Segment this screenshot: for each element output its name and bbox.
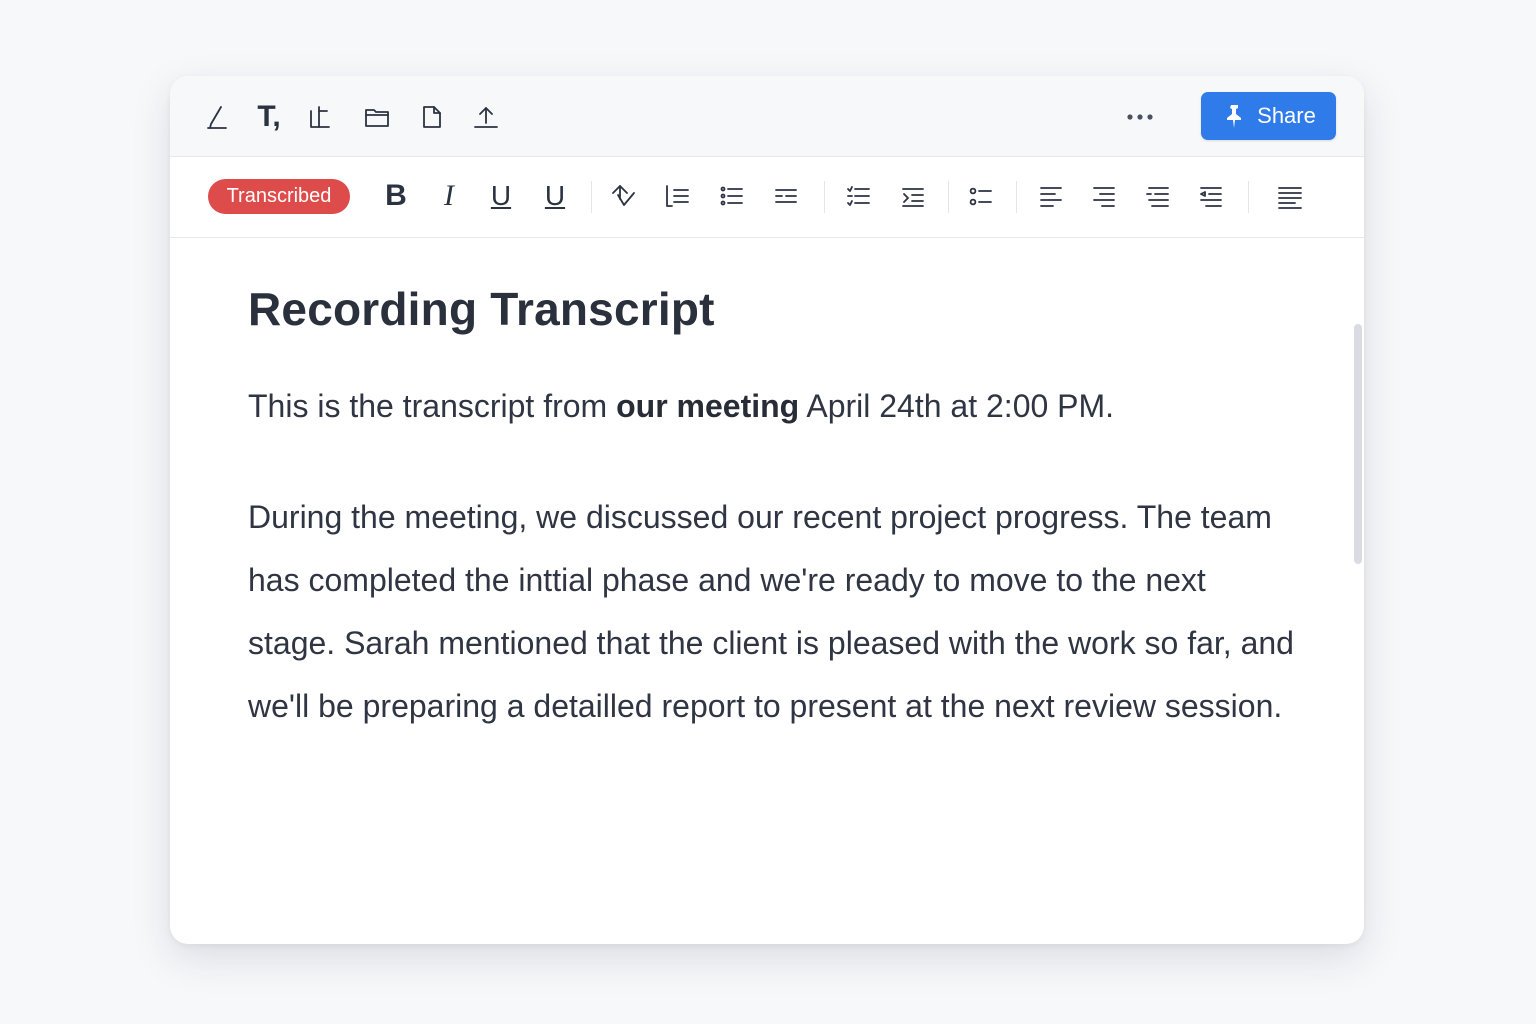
paragraph-icon[interactable] xyxy=(1269,175,1311,217)
option-list-icon[interactable] xyxy=(960,175,1002,217)
upload-icon[interactable] xyxy=(467,98,505,136)
outdent-icon[interactable] xyxy=(765,175,807,217)
align-left-icon[interactable] xyxy=(1030,175,1072,217)
document-body[interactable]: Recording Transcript This is the transcr… xyxy=(248,238,1308,928)
paragraph-intro: This is the transcript from our meeting … xyxy=(248,388,1114,425)
bullet-list-icon[interactable] xyxy=(711,175,753,217)
divider xyxy=(948,181,949,213)
divider xyxy=(824,181,825,213)
intro-suffix: April 24th at 2:00 PM. xyxy=(799,388,1115,424)
text-style-icon[interactable]: T, xyxy=(245,98,293,136)
italic-label: I xyxy=(444,179,454,212)
divider xyxy=(591,181,592,213)
underline-button[interactable]: U xyxy=(480,175,522,217)
document-title: Recording Transcript xyxy=(248,283,715,335)
checklist-icon[interactable] xyxy=(838,175,880,217)
bold-label: B xyxy=(385,179,407,212)
file-icon[interactable] xyxy=(412,98,450,136)
underline2-label: U xyxy=(544,180,566,211)
editor-window: T, Share Transcribed B I U U Recording T… xyxy=(170,76,1364,944)
underline-double-button[interactable]: U xyxy=(534,175,576,217)
intro-bold: our meeting xyxy=(616,388,800,424)
more-dots-icon[interactable] xyxy=(1118,98,1162,136)
align-right-icon[interactable] xyxy=(1083,175,1125,217)
underline-label: U xyxy=(490,180,512,211)
divider xyxy=(1016,181,1017,213)
text-style-label: T, xyxy=(257,100,281,133)
pin-icon xyxy=(1227,105,1242,128)
intro-prefix: This is the transcript from xyxy=(248,388,617,424)
folder-icon[interactable] xyxy=(358,98,396,136)
clear-format-icon[interactable] xyxy=(602,175,644,217)
status-badge: Transcribed xyxy=(208,179,350,214)
numbered-list-icon[interactable] xyxy=(656,175,698,217)
paragraph-body: During the meeting, we discussed our rec… xyxy=(248,499,1294,724)
align-center-icon[interactable] xyxy=(1137,175,1179,217)
align-justify-icon[interactable] xyxy=(1190,175,1232,217)
share-button[interactable]: Share xyxy=(1201,92,1336,140)
pen-icon[interactable] xyxy=(198,98,236,136)
indent-icon[interactable] xyxy=(892,175,934,217)
bold-button[interactable]: B xyxy=(375,175,417,217)
format-toolbar: Transcribed B I U U xyxy=(170,157,1364,238)
top-toolbar: T, Share xyxy=(170,76,1364,157)
share-label: Share xyxy=(1257,103,1316,128)
italic-button[interactable]: I xyxy=(428,175,470,217)
insert-icon[interactable] xyxy=(301,98,339,136)
scrollbar[interactable] xyxy=(1354,324,1362,564)
divider xyxy=(1248,181,1249,213)
